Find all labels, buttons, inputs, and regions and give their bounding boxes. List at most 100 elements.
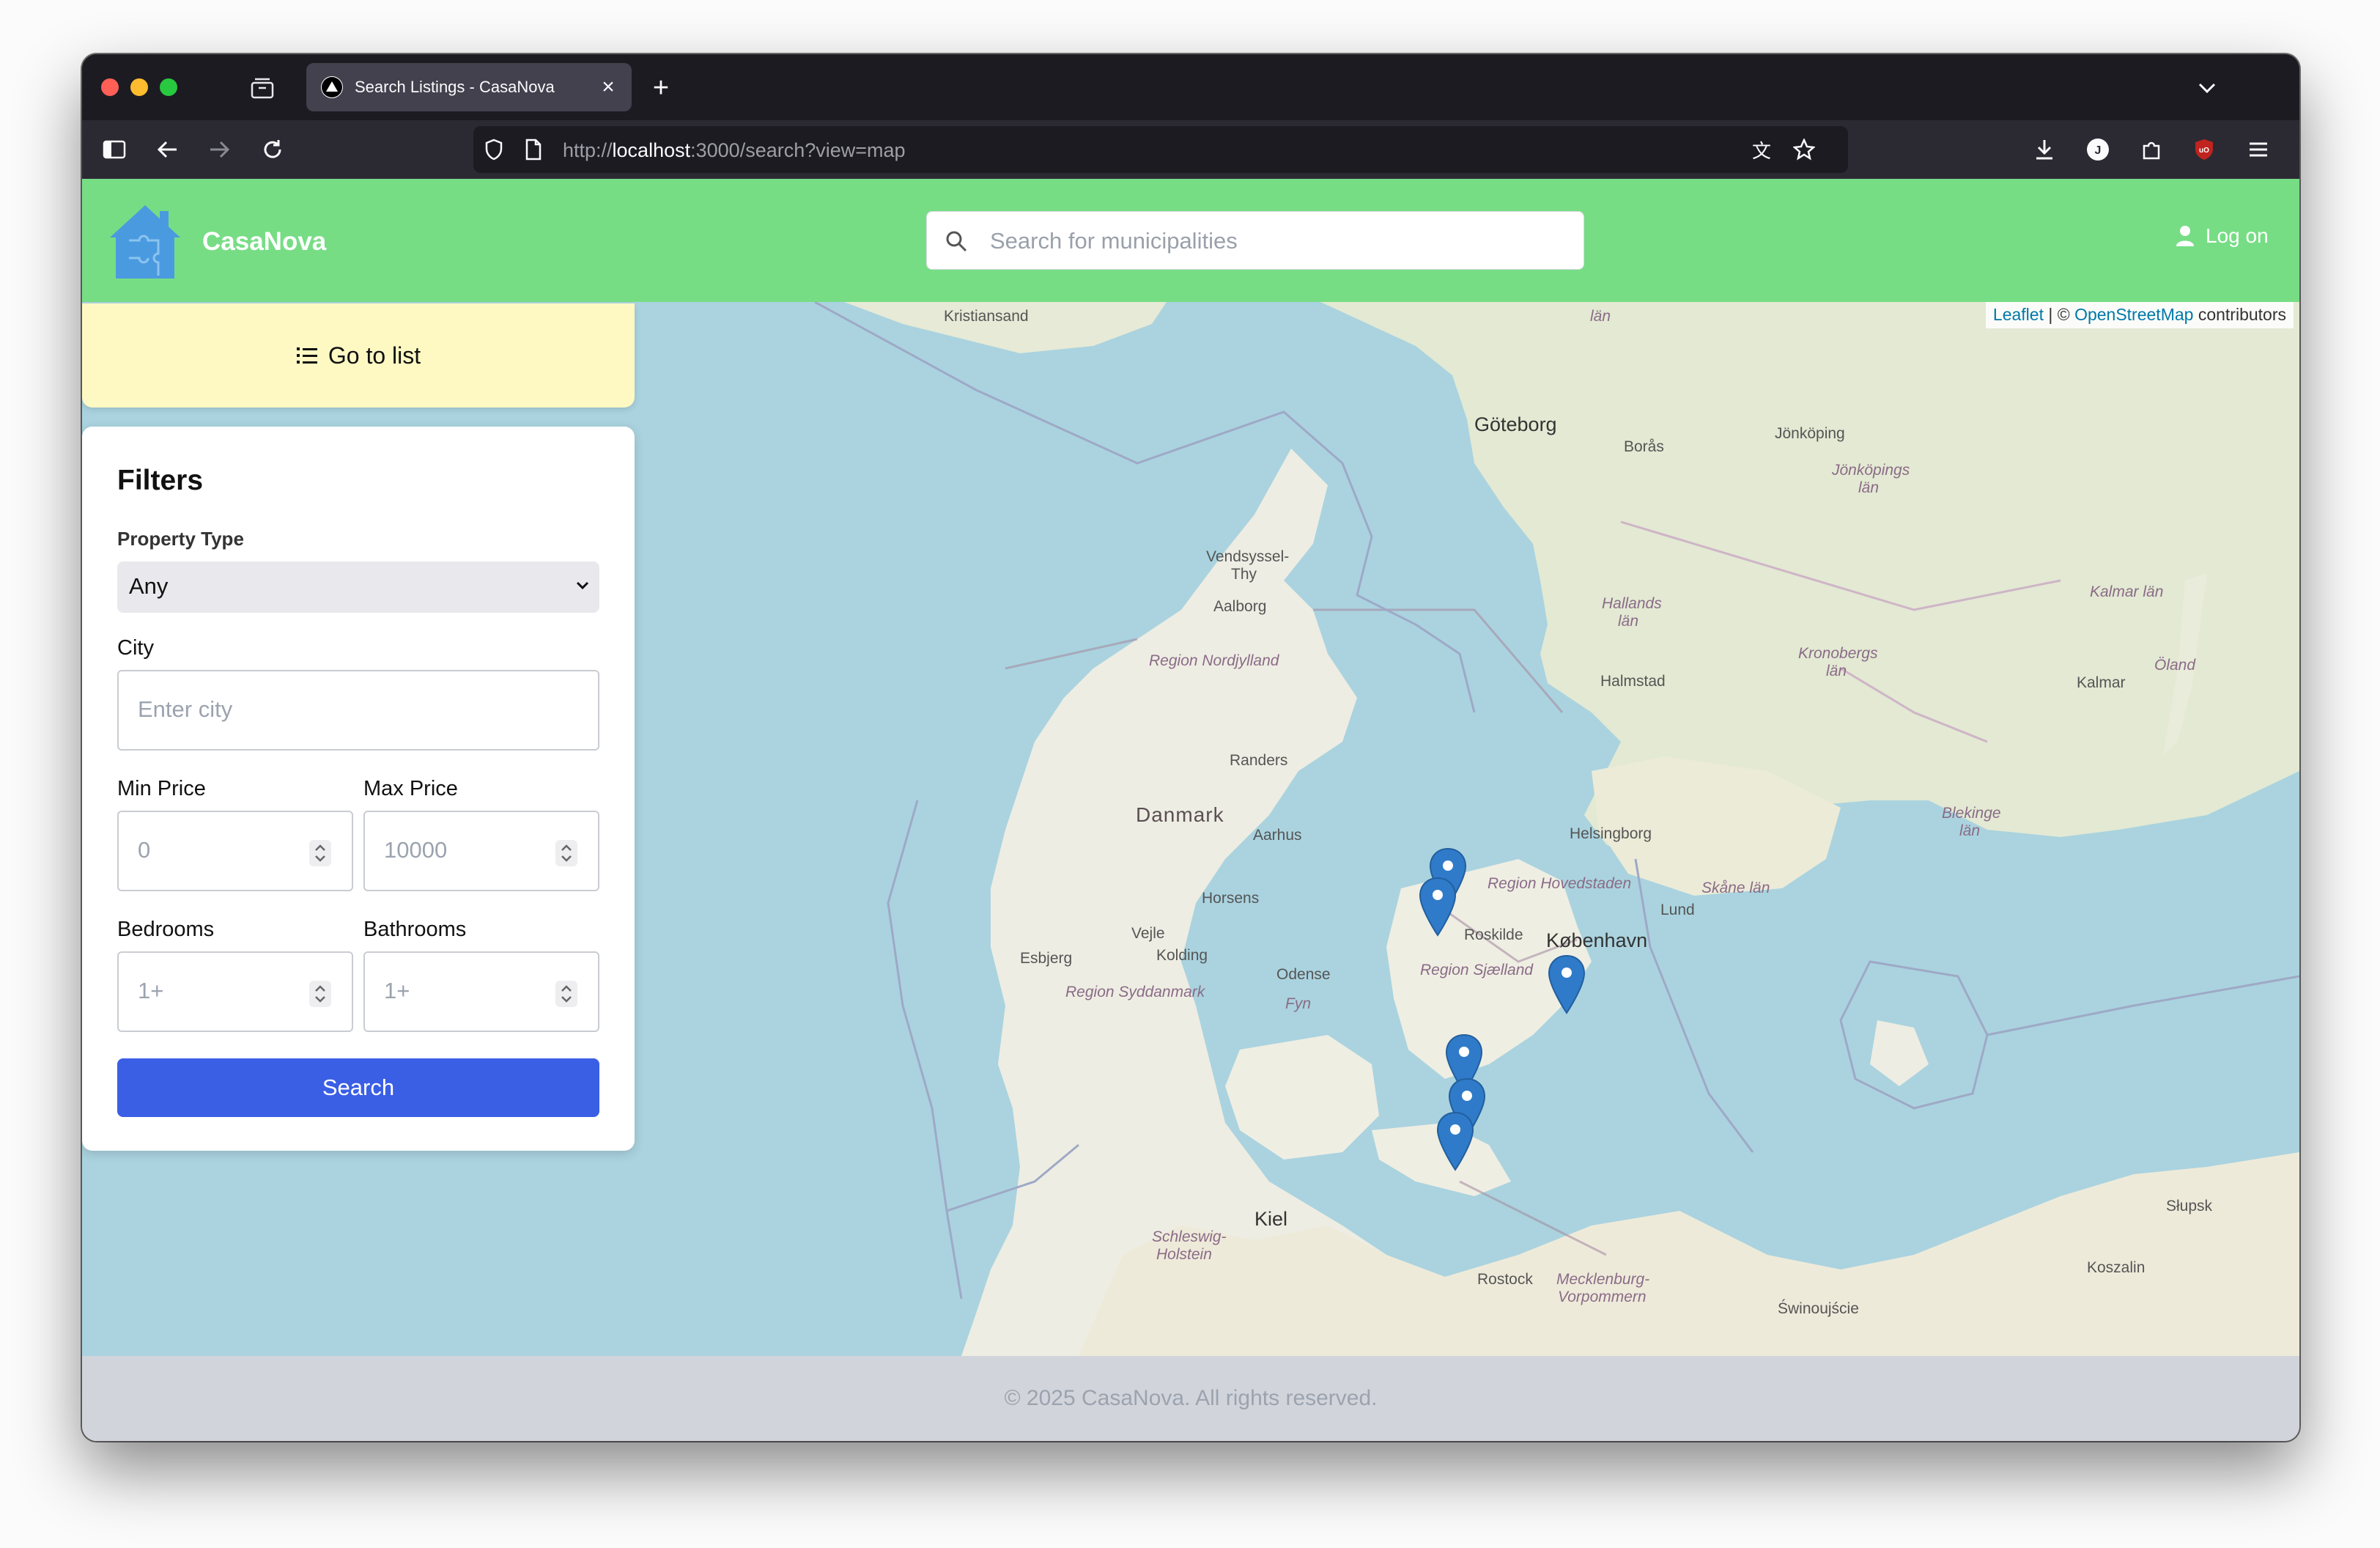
svg-text:uO: uO (2199, 147, 2209, 155)
map-label: län (1959, 822, 1981, 839)
forward-arrow-icon[interactable] (207, 136, 233, 163)
sidebar-toggle-icon[interactable] (101, 136, 128, 163)
page-icon (520, 136, 547, 163)
account-avatar-icon[interactable]: J (2085, 136, 2111, 163)
page-footer: © 2025 CasaNova. All rights reserved. (82, 1356, 2299, 1441)
web-page: CasaNova Search for municipalities Log o… (82, 179, 2299, 1441)
tab-list-chevron-icon[interactable] (2192, 73, 2222, 103)
city-input[interactable]: Enter city (117, 670, 599, 751)
maximize-window-button[interactable] (160, 78, 177, 96)
map-label: Świnoujście (1778, 1300, 1859, 1317)
listing-marker-icon[interactable] (1419, 877, 1457, 937)
map-label: Danmark (1136, 803, 1224, 826)
filters-title: Filters (117, 465, 204, 496)
login-label: Log on (2206, 224, 2269, 247)
map-label: Göteborg (1474, 413, 1557, 435)
list-icon (296, 347, 317, 364)
number-stepper-icon[interactable] (555, 981, 577, 1007)
map-label: Holstein (1156, 1246, 1212, 1263)
user-icon (2176, 226, 2194, 246)
tab-close-icon[interactable]: × (594, 73, 623, 102)
url-bar[interactable]: http://localhost:3000/search?view=map 文 (473, 126, 1848, 173)
map-label: Kristiansand (944, 308, 1029, 325)
map-label: Słupsk (2166, 1198, 2213, 1215)
min-price-input[interactable]: 0 (117, 811, 353, 891)
brand-name[interactable]: CasaNova (202, 227, 326, 257)
go-to-list-label: Go to list (328, 342, 421, 369)
search-button[interactable]: Search (117, 1058, 599, 1117)
leaflet-link[interactable]: Leaflet (1993, 305, 2044, 324)
map-label: Borås (1624, 438, 1664, 455)
map-label: Kolding (1156, 947, 1208, 964)
translate-icon[interactable]: 文 (1748, 136, 1775, 163)
openstreetmap-link[interactable]: OpenStreetMap (2074, 305, 2193, 324)
number-stepper-icon[interactable] (555, 840, 577, 866)
map-label: Skåne län (1701, 880, 1770, 896)
login-button[interactable]: Log on (2175, 224, 2269, 248)
map-label: Odense (1276, 966, 1331, 983)
minimize-window-button[interactable] (130, 78, 148, 96)
tab-overview-icon[interactable] (249, 75, 276, 101)
back-arrow-icon[interactable] (154, 136, 180, 163)
nextjs-favicon-icon (321, 76, 343, 98)
downloads-icon[interactable] (2031, 136, 2058, 163)
bathrooms-input[interactable]: 1+ (363, 951, 599, 1032)
map-label: Roskilde (1464, 926, 1523, 943)
map-label: Esbjerg (1020, 950, 1073, 967)
map-label: Vorpommern (1558, 1289, 1647, 1305)
map-label: län (1590, 308, 1611, 325)
map-label: Vejle (1131, 925, 1165, 942)
map-label: Öland (2154, 657, 2196, 674)
browser-window: Search Listings - CasaNova × + http://lo… (82, 54, 2299, 1441)
map-label: Randers (1230, 752, 1288, 769)
casanova-logo-icon[interactable] (107, 204, 183, 280)
navigation-bar: http://localhost:3000/search?view=map 文 … (82, 120, 2299, 179)
filters-panel: Filters Property Type Any City Enter cit… (82, 427, 635, 1151)
municipality-search-input[interactable]: Search for municipalities (926, 211, 1584, 270)
map-label: Kiel (1254, 1208, 1288, 1230)
bookmark-star-icon[interactable] (1791, 136, 1817, 163)
property-type-label: Property Type (117, 528, 244, 550)
new-tab-icon[interactable]: + (646, 73, 676, 103)
map-label: Vendsyssel- (1206, 548, 1290, 565)
footer-copyright: © 2025 CasaNova. All rights reserved. (1004, 1386, 1378, 1410)
property-type-select[interactable]: Any (117, 561, 599, 613)
number-stepper-icon[interactable] (309, 981, 331, 1007)
extensions-puzzle-icon[interactable] (2138, 136, 2165, 163)
map-label: Jönköpings (1832, 462, 1910, 479)
map-label: Jönköping (1775, 425, 1845, 442)
go-to-list-button[interactable]: Go to list (82, 303, 635, 408)
ublock-shield-icon[interactable]: uO (2191, 136, 2217, 163)
map-label: Region Hovedstaden (1488, 875, 1632, 892)
max-price-label: Max Price (363, 777, 458, 800)
attribution-separator: | © (2043, 305, 2075, 324)
listing-marker-icon[interactable] (1548, 954, 1586, 1014)
map-label: København (1546, 929, 1648, 951)
number-stepper-icon[interactable] (309, 840, 331, 866)
reload-icon[interactable] (259, 136, 286, 163)
bathrooms-placeholder: 1+ (384, 978, 410, 1003)
map-label: Schleswig- (1152, 1228, 1227, 1245)
active-tab[interactable]: Search Listings - CasaNova × (306, 63, 632, 111)
map-label: Kalmar (2077, 674, 2126, 691)
map-label: Region Sjælland (1420, 962, 1534, 978)
map-attribution: Leaflet | © OpenStreetMap contributors (1985, 302, 2294, 328)
map-label: län (1618, 613, 1639, 630)
map-label: Lund (1660, 902, 1695, 918)
min-price-label: Min Price (117, 777, 206, 800)
shield-icon[interactable] (481, 136, 507, 163)
map-label: Helsingborg (1570, 825, 1652, 842)
hamburger-menu-icon[interactable] (2245, 136, 2272, 163)
bedrooms-label: Bedrooms (117, 918, 215, 941)
map-label: Blekinge (1942, 805, 2001, 822)
attribution-suffix: contributors (2193, 305, 2286, 324)
search-icon (942, 226, 971, 256)
map-label: Fyn (1285, 995, 1312, 1012)
max-price-input[interactable]: 10000 (363, 811, 599, 891)
listing-marker-icon[interactable] (1436, 1111, 1474, 1171)
svg-text:J: J (2095, 144, 2102, 157)
bedrooms-input[interactable]: 1+ (117, 951, 353, 1032)
bathrooms-label: Bathrooms (363, 918, 467, 941)
city-label: City (117, 636, 154, 660)
close-window-button[interactable] (101, 78, 119, 96)
